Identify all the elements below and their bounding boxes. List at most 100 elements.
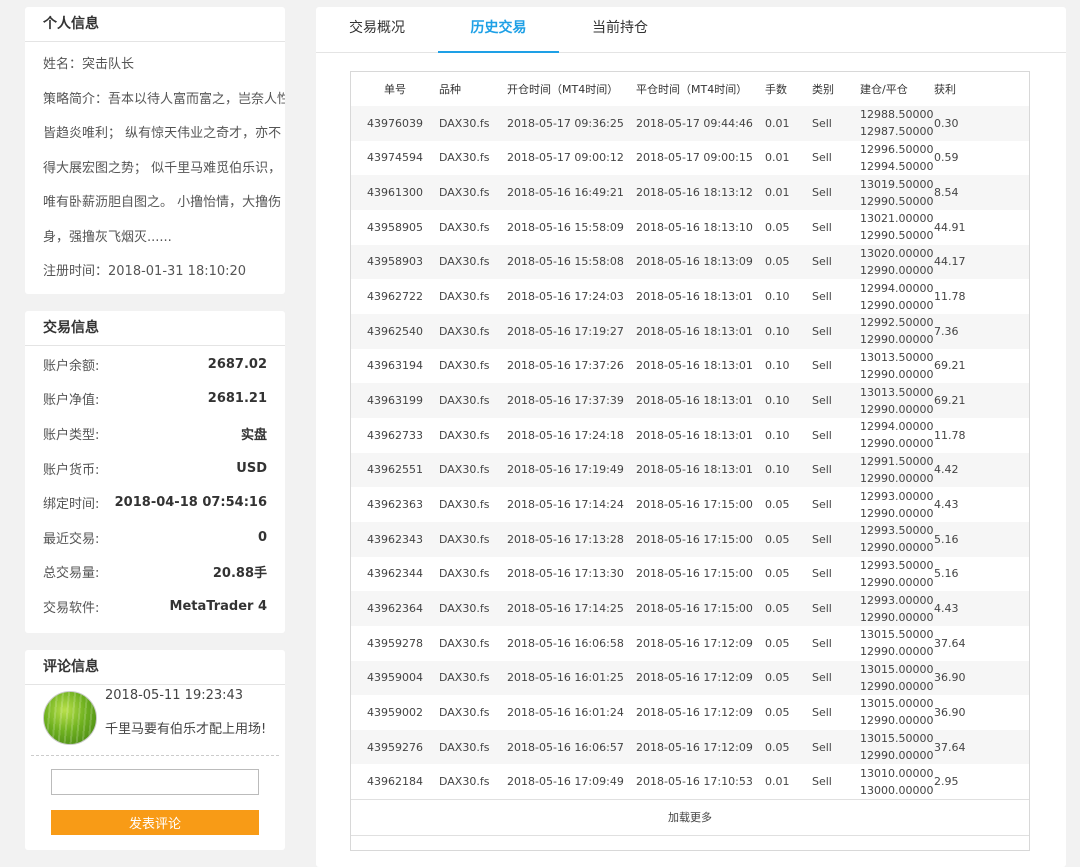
comment-text: 千里马要有伯乐才配上用场! xyxy=(105,722,267,737)
cell-symbol: DAX30.fs xyxy=(439,428,490,442)
table-row: 43959276 DAX30.fs 2018-05-16 16:06:57 2018-… xyxy=(351,729,1029,765)
cell-close-time: 2018-05-16 17:12:09 xyxy=(636,660,765,696)
table-row: 43959002 DAX30.fs 2018-05-16 16:01:24 2018-… xyxy=(351,695,1029,730)
tab-history[interactable]: 历史交易 xyxy=(438,7,559,53)
cell-type: Sell xyxy=(812,359,832,373)
cell-lots: 0.01 xyxy=(765,775,790,789)
close-price: 12990.00000 xyxy=(860,541,934,555)
comment-input[interactable] xyxy=(51,769,259,795)
close-price: 12990.00000 xyxy=(860,333,934,347)
close-price: 12990.50000 xyxy=(860,229,934,243)
cell-order-id: 43962364 xyxy=(351,591,439,626)
cell-type: Sell xyxy=(812,220,832,234)
tab-overview[interactable]: 交易概况 xyxy=(326,7,428,51)
table-row: 43962722 DAX30.fs 2018-05-16 17:24:03 2018-… xyxy=(351,279,1029,314)
cell-close-time: 2018-05-16 18:13:01 xyxy=(636,359,753,373)
cell-close-time: 2018-05-16 18:13:01 xyxy=(636,313,765,349)
cell-lots: 0.01 xyxy=(765,175,812,210)
cell-order-id: 43959276 xyxy=(351,729,439,765)
cell-open-time: 2018-05-16 17:13:30 xyxy=(507,567,624,581)
cell-close-time: 2018-05-16 17:15:00 xyxy=(636,521,765,557)
load-more-button[interactable]: 加载更多 xyxy=(351,799,1029,837)
cell-open-close-price: 12993.50000 12990.00000 xyxy=(860,557,934,592)
cell-close-time: 2018-05-16 18:13:10 xyxy=(636,220,753,234)
personal-info-body: 姓名：突击队长 策略简介：吾本以待人富而富之，岂奈人性 皆趋炎唯利； 纵有惊天伟业之… xyxy=(25,42,285,290)
trading-info-label: 账户净值: xyxy=(43,393,100,409)
cell-open-close-price: 12988.50000 12987.50000 xyxy=(860,106,934,141)
cell-type: Sell xyxy=(812,729,860,765)
table-row: 43962343 DAX30.fs 2018-05-16 17:13:28 2018-… xyxy=(351,521,1029,557)
cell-lots: 0.05 xyxy=(765,521,812,557)
cell-type: Sell xyxy=(812,244,860,280)
cell-open-time: 2018-05-16 17:24:03 xyxy=(507,290,624,304)
cell-symbol: DAX30.fs xyxy=(439,729,507,765)
cell-close-time: 2018-05-16 18:13:01 xyxy=(636,452,765,488)
avatar[interactable] xyxy=(43,691,97,745)
cell-order-id: 43963194 xyxy=(367,359,423,373)
cell-profit: 37.64 xyxy=(934,636,966,650)
cell-order-id: 43962551 xyxy=(351,452,439,488)
cell-order-id: 43958905 xyxy=(367,220,423,234)
tab-bar: 交易概况 历史交易 当前持仓 xyxy=(316,7,1066,53)
cell-type: Sell xyxy=(812,498,832,512)
cell-profit: 69.21 xyxy=(934,383,1029,418)
cell-close-time: 2018-05-16 17:12:09 xyxy=(636,705,753,719)
cell-type: Sell xyxy=(812,705,832,719)
trading-info-value: MetaTrader 4 xyxy=(169,598,267,614)
cell-symbol: DAX30.fs xyxy=(439,567,490,581)
cell-open-time: 2018-05-16 15:58:09 xyxy=(507,220,624,234)
table-row: 43959004 DAX30.fs 2018-05-16 16:01:25 2018-… xyxy=(351,660,1029,696)
open-price: 13015.00000 xyxy=(860,662,934,676)
trading-info-value: 2687.02 xyxy=(207,356,267,372)
table-row: 43974594 DAX30.fs 2018-05-17 09:00:12 2018-… xyxy=(351,141,1029,176)
cell-order-id: 43959004 xyxy=(351,660,439,696)
cell-open-time: 2018-05-16 16:01:24 xyxy=(507,705,624,719)
cell-open-close-price: 12994.00000 12990.00000 xyxy=(860,279,934,314)
cell-lots: 0.05 xyxy=(765,220,790,234)
cell-order-id: 43976039 xyxy=(351,106,439,141)
cell-lots: 0.10 xyxy=(765,290,790,304)
cell-lots: 0.01 xyxy=(765,151,790,165)
personal-info-line: 注册时间：2018-01-31 18:10:20 xyxy=(43,264,247,279)
open-price: 13021.00000 xyxy=(860,212,934,226)
cell-lots: 0.10 xyxy=(765,452,812,488)
trading-info-value: 2681.21 xyxy=(207,391,267,407)
cell-symbol: DAX30.fs xyxy=(439,151,490,165)
cell-order-id: 43962343 xyxy=(351,521,439,557)
cell-order-id: 43962184 xyxy=(367,775,423,789)
cell-open-time: 2018-05-16 17:09:49 xyxy=(507,775,624,789)
table-row: 43962733 DAX30.fs 2018-05-16 17:24:18 2018-… xyxy=(351,418,1029,453)
cell-type: Sell xyxy=(812,151,832,165)
tab-positions[interactable]: 当前持仓 xyxy=(569,7,671,51)
header-type: 类别 xyxy=(812,83,834,96)
cell-type: Sell xyxy=(812,428,832,442)
cell-symbol: DAX30.fs xyxy=(439,313,507,349)
cell-open-time: 2018-05-16 17:14:24 xyxy=(507,498,624,512)
cell-open-close-price: 12996.50000 12994.50000 xyxy=(860,141,934,176)
submit-comment-button[interactable]: 发表评论 xyxy=(51,810,259,835)
cell-open-time: 2018-05-16 16:49:21 xyxy=(507,175,636,210)
personal-info-line: 身，强撸灰飞烟灭...... xyxy=(43,229,172,245)
cell-open-time: 2018-05-17 09:00:12 xyxy=(507,151,624,165)
cell-open-time: 2018-05-16 17:14:25 xyxy=(507,591,636,626)
close-price: 12990.00000 xyxy=(860,645,934,659)
cell-close-time: 2018-05-16 18:13:01 xyxy=(636,290,753,304)
cell-type: Sell xyxy=(812,660,860,696)
open-price: 13013.50000 xyxy=(860,385,934,399)
cell-profit: 69.21 xyxy=(934,359,966,373)
cell-lots: 0.05 xyxy=(765,660,812,696)
close-price: 12994.50000 xyxy=(860,159,934,173)
open-price: 12993.00000 xyxy=(860,593,934,607)
cell-type: Sell xyxy=(812,383,860,418)
cell-open-close-price: 12992.50000 12990.00000 xyxy=(860,313,934,349)
close-price: 12987.50000 xyxy=(860,125,934,139)
cell-symbol: DAX30.fs xyxy=(439,452,507,488)
header-close-time: 平仓时间（MT4时间） xyxy=(636,83,748,96)
cell-profit: 4.43 xyxy=(934,591,1029,626)
open-price: 12992.50000 xyxy=(860,316,934,330)
personal-info-line: 唯有卧薪沥胆自图之。 小撸怡情，大撸伤 xyxy=(43,195,282,210)
cell-profit: 11.78 xyxy=(934,290,966,304)
cell-symbol: DAX30.fs xyxy=(439,591,507,626)
table-row: 43958903 DAX30.fs 2018-05-16 15:58:08 2018-… xyxy=(351,244,1029,280)
cell-profit: 5.16 xyxy=(934,521,1029,557)
